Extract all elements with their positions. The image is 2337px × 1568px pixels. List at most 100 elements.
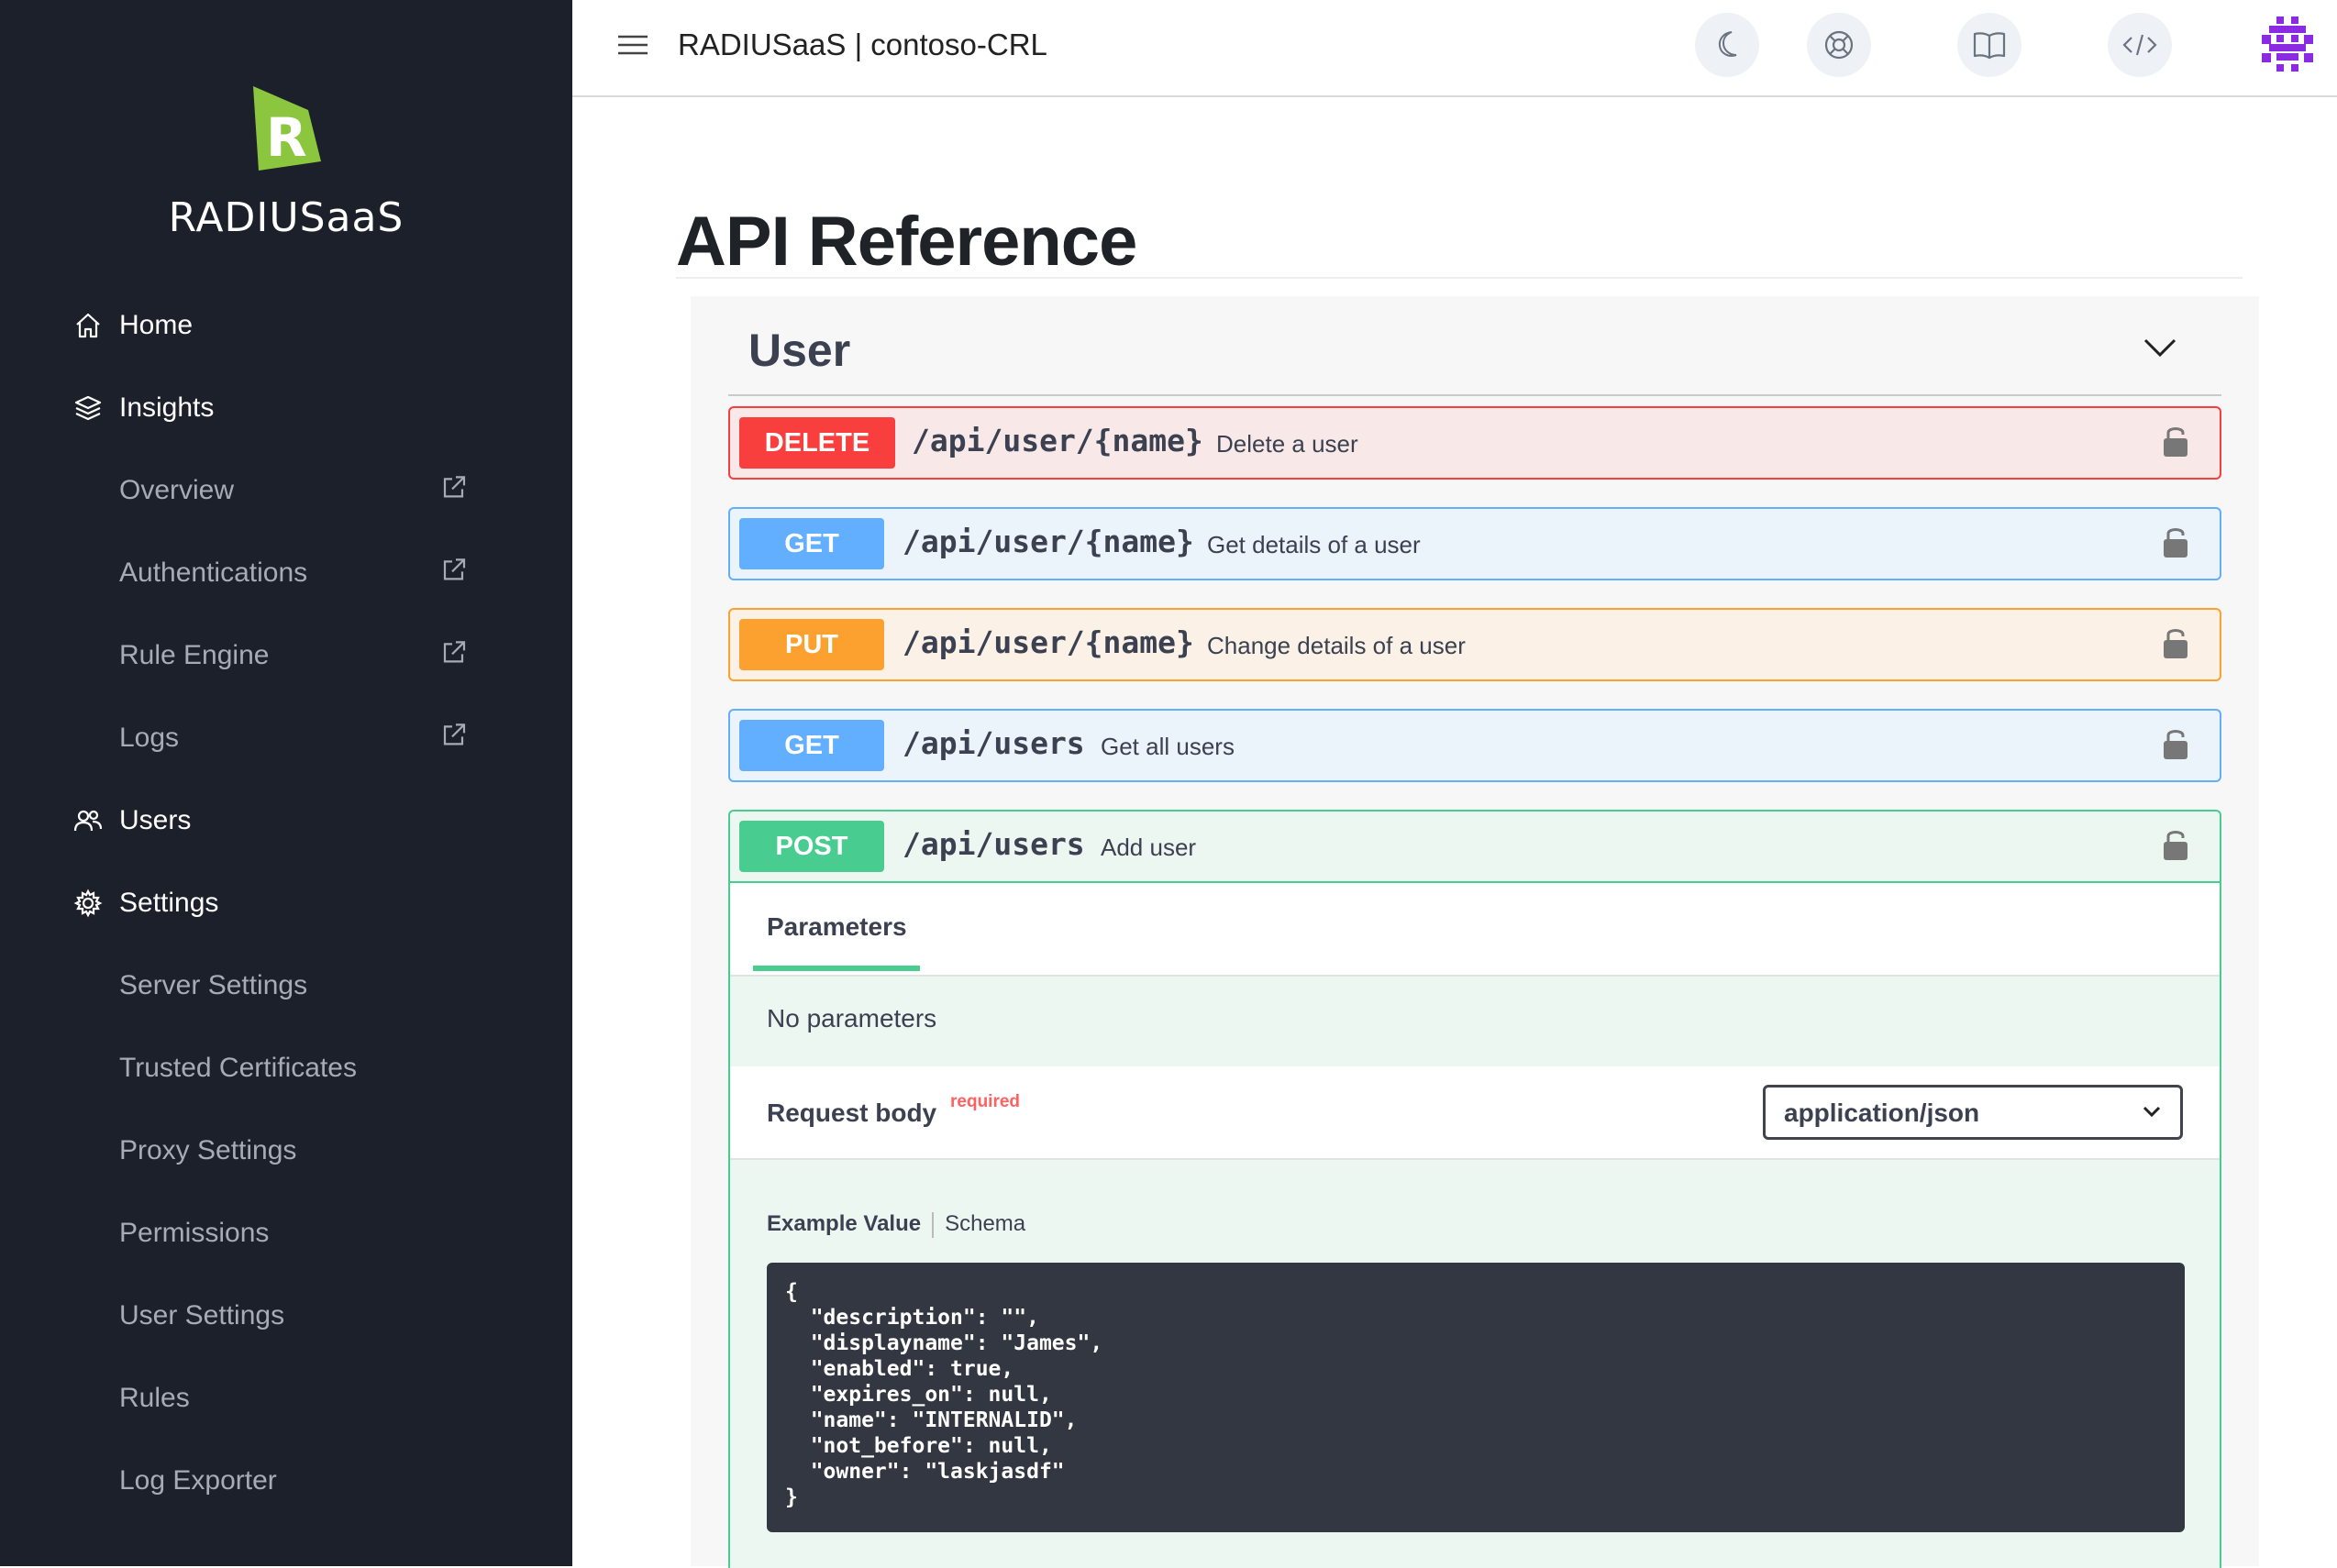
request-body-bar: Request body required application/json — [730, 1066, 2220, 1160]
section-divider — [728, 394, 2221, 396]
example-tabs: Example Value Schema — [767, 1211, 1025, 1238]
tab-active-indicator — [753, 966, 920, 971]
sidebar-item-home[interactable]: Home — [0, 284, 572, 367]
operation-summary: Delete a user — [1216, 430, 1358, 458]
sidebar-item-label: Trusted Certificates — [119, 1053, 357, 1083]
external-link-icon — [443, 558, 466, 580]
page-title: API Reference — [676, 203, 1137, 281]
lock-icon[interactable] — [2161, 423, 2190, 459]
external-link-icon — [443, 476, 466, 498]
operation-delete-user[interactable]: DELETE /api/user/{name} Delete a user — [728, 406, 2221, 480]
operation-summary: Change details of a user — [1207, 632, 1466, 659]
example-code-block: { "description": "", "displayname": "Jam… — [767, 1263, 2185, 1532]
gear-icon — [73, 889, 103, 918]
sidebar-item-overview[interactable]: Overview — [0, 449, 572, 532]
operation-summary: Get details of a user — [1207, 531, 1421, 558]
operation-post-header[interactable]: POST /api/users Add user — [730, 812, 2220, 881]
sidebar-item-rules[interactable]: Rules — [0, 1357, 572, 1440]
avatar[interactable] — [2256, 13, 2319, 75]
operation-post-users: POST /api/users Add user Parameters No p… — [728, 810, 2221, 1568]
lifebuoy-icon — [1824, 30, 1854, 60]
sidebar-item-trusted-certificates[interactable]: Trusted Certificates — [0, 1027, 572, 1110]
sidebar: R RADIUSaaS Home Insights Overview Authe… — [0, 0, 572, 1566]
menu-icon[interactable] — [616, 31, 649, 59]
method-badge: DELETE — [739, 417, 895, 469]
layers-icon — [74, 395, 102, 421]
sidebar-item-settings[interactable]: Settings — [0, 862, 572, 944]
moon-icon — [1718, 31, 1737, 57]
operation-path: /api/user/{name} — [903, 524, 1194, 559]
users-icon — [73, 810, 103, 832]
content-type-value: application/json — [1784, 1099, 1980, 1127]
sidebar-item-label: Server Settings — [119, 970, 308, 1000]
external-link-icon — [443, 641, 466, 663]
sidebar-item-proxy-settings[interactable]: Proxy Settings — [0, 1110, 572, 1192]
radiusaas-logo: R — [253, 86, 321, 171]
content-type-select[interactable]: application/json — [1763, 1085, 2183, 1140]
chevron-down-icon[interactable] — [2140, 333, 2180, 360]
sidebar-item-label: Log Exporter — [119, 1465, 277, 1496]
sidebar-item-label: Home — [119, 310, 194, 340]
operation-path: /api/user/{name} — [903, 624, 1194, 660]
sidebar-item-label: User Settings — [119, 1300, 285, 1331]
request-body-label: Request body — [767, 1099, 937, 1127]
api-section-user: User DELETE /api/user/{name} Delete a us… — [691, 296, 2259, 1568]
example-json: { "description": "", "displayname": "Jam… — [785, 1280, 1103, 1509]
lock-icon[interactable] — [2161, 826, 2190, 863]
sidebar-item-label: Logs — [119, 723, 180, 753]
tab-separator — [932, 1211, 935, 1238]
sidebar-item-user-settings[interactable]: User Settings — [0, 1275, 572, 1357]
operation-summary: Get all users — [1101, 733, 1235, 760]
sidebar-item-label: Users — [119, 805, 192, 835]
app-title: RADIUSaaS | contoso-CRL — [678, 28, 1047, 61]
required-badge: required — [950, 1092, 1021, 1111]
sidebar-item-label: Settings — [119, 888, 219, 918]
tab-example-value[interactable]: Example Value — [767, 1211, 921, 1236]
sidebar-item-label: Rule Engine — [119, 640, 270, 670]
operation-path: /api/user/{name} — [912, 423, 1203, 458]
brand-name: RADIUSaaS — [168, 194, 404, 241]
sidebar-item-label: Rules — [119, 1383, 190, 1413]
sidebar-item-server-settings[interactable]: Server Settings — [0, 944, 572, 1027]
lock-icon[interactable] — [2161, 524, 2190, 560]
operation-get-user[interactable]: GET /api/user/{name} Get details of a us… — [728, 507, 2221, 580]
lock-icon[interactable] — [2161, 725, 2190, 762]
api-button[interactable] — [2108, 13, 2172, 77]
brand[interactable]: R RADIUSaaS — [0, 83, 572, 241]
method-badge: GET — [739, 720, 884, 771]
external-link-icon — [443, 723, 466, 745]
tab-parameters[interactable]: Parameters — [767, 912, 907, 942]
title-divider — [676, 277, 2243, 279]
lock-icon[interactable] — [2161, 624, 2190, 661]
book-icon — [1973, 32, 2006, 60]
tab-schema[interactable]: Schema — [945, 1211, 1025, 1236]
no-parameters-text: No parameters — [767, 1004, 937, 1032]
sidebar-item-rule-engine[interactable]: Rule Engine — [0, 614, 572, 697]
section-title[interactable]: User — [748, 324, 850, 377]
documentation-button[interactable] — [1957, 13, 2021, 77]
sidebar-item-label: Insights — [119, 392, 215, 423]
parameters-tabbar: Parameters — [730, 883, 2220, 977]
sidebar-item-label: Authentications — [119, 558, 308, 588]
sidebar-item-logs[interactable]: Logs — [0, 697, 572, 779]
method-badge: PUT — [739, 619, 884, 670]
chevron-down-icon — [2143, 1106, 2161, 1118]
method-badge: GET — [739, 518, 884, 569]
sidebar-item-authentications[interactable]: Authentications — [0, 532, 572, 614]
sidebar-nav: Home Insights Overview Authentications R… — [0, 284, 572, 1522]
operation-summary: Add user — [1101, 834, 1197, 861]
sidebar-item-users[interactable]: Users — [0, 779, 572, 862]
sidebar-item-log-exporter[interactable]: Log Exporter — [0, 1440, 572, 1522]
support-button[interactable] — [1807, 13, 1871, 77]
method-badge: POST — [739, 821, 884, 872]
sidebar-item-insights[interactable]: Insights — [0, 367, 572, 449]
operation-get-users[interactable]: GET /api/users Get all users — [728, 709, 2221, 782]
sidebar-item-permissions[interactable]: Permissions — [0, 1192, 572, 1275]
sidebar-item-label: Proxy Settings — [119, 1135, 297, 1165]
operation-put-user[interactable]: PUT /api/user/{name} Change details of a… — [728, 608, 2221, 681]
operation-path: /api/users — [903, 725, 1085, 761]
sidebar-item-label: Overview — [119, 475, 235, 505]
dark-mode-button[interactable] — [1695, 13, 1759, 77]
home-icon — [76, 313, 100, 338]
sidebar-item-label: Permissions — [119, 1218, 270, 1248]
